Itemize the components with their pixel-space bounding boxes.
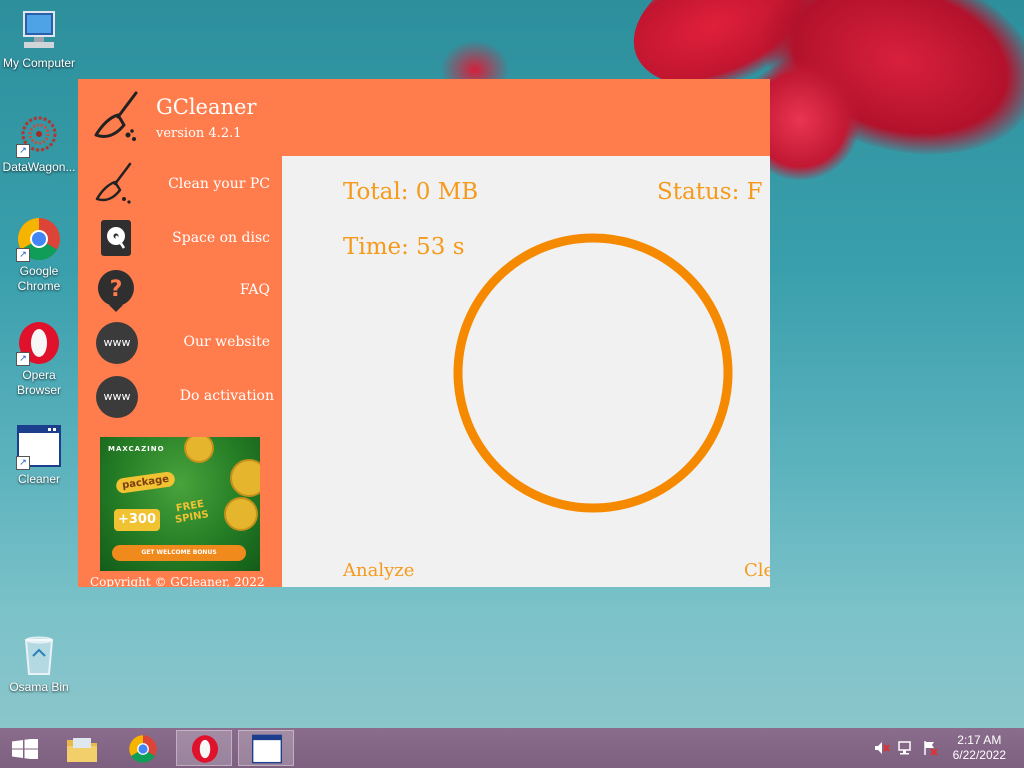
folder-icon <box>65 734 99 768</box>
shortcut-arrow-icon: ↗ <box>16 352 30 366</box>
desktop-icon-label: Cleaner <box>17 472 61 486</box>
nav-our-website[interactable]: www Our website <box>78 316 282 366</box>
chrome-icon: ↗ <box>16 216 62 262</box>
hard-disk-icon <box>94 216 138 260</box>
broom-icon <box>94 162 138 206</box>
gcleaner-window: GCleaner version 4.2.1 Clean your PC Spa… <box>78 79 770 587</box>
www-icon: www <box>96 376 138 418</box>
app-title: GCleaner <box>156 95 257 119</box>
taskbar-explorer[interactable] <box>56 730 112 766</box>
desktop-icon-label: Opera Browser <box>16 368 61 397</box>
windows-logo-icon <box>12 738 38 763</box>
ad-bonus-amount: +300 <box>114 509 160 531</box>
start-button[interactable] <box>0 730 48 766</box>
desktop-icon-datawagon[interactable]: ↗ DataWagon... <box>0 112 78 175</box>
copyright-text: Copyright © GCleaner, 2022 <box>90 575 265 587</box>
action-center-icon[interactable] <box>922 740 938 756</box>
clean-button[interactable]: Cle <box>744 560 770 581</box>
coin-icon <box>230 459 260 497</box>
speaker-muted-icon[interactable] <box>874 740 890 756</box>
desktop-icon-opera[interactable]: ↗ Opera Browser <box>0 320 78 398</box>
taskbar-chrome[interactable] <box>116 730 172 766</box>
nav-faq[interactable]: ? FAQ <box>78 264 282 314</box>
nav-clean-your-pc[interactable]: Clean your PC <box>78 158 282 208</box>
nav-label: Do activation <box>179 388 274 404</box>
shortcut-arrow-icon: ↗ <box>16 456 30 470</box>
shortcut-arrow-icon: ↗ <box>16 144 30 158</box>
svg-text:?: ? <box>110 277 123 302</box>
nav-label: FAQ <box>239 282 270 298</box>
chrome-icon <box>128 734 158 768</box>
clock-date: 6/22/2022 <box>952 748 1006 762</box>
ad-cta-button[interactable]: GET WELCOME BONUS <box>112 545 246 561</box>
nav-label: Space on disc <box>172 230 270 246</box>
desktop-icon-label: My Computer <box>2 56 76 70</box>
datawagon-icon: ↗ <box>16 112 62 158</box>
status-text: Status: F <box>657 179 763 205</box>
computer-icon <box>16 8 62 54</box>
analyze-button[interactable]: Analyze <box>343 560 414 581</box>
ad-banner[interactable]: MAXCAZINO package +300 FREE SPINS GET WE… <box>100 437 260 571</box>
broom-icon <box>92 91 146 145</box>
app-version: version 4.2.1 <box>156 126 242 141</box>
opera-icon: ↗ <box>16 320 62 366</box>
ad-package: package <box>115 470 176 495</box>
clock-time: 2:17 AM <box>957 733 1002 747</box>
desktop-icon-label: DataWagon... <box>2 160 76 174</box>
ad-free-spins: FREE SPINS <box>174 498 210 526</box>
nav-label: Clean your PC <box>168 176 270 192</box>
desktop-icon-my-computer[interactable]: My Computer <box>0 8 78 71</box>
nav-space-on-disc[interactable]: Space on disc <box>78 212 282 262</box>
shortcut-arrow-icon: ↗ <box>16 248 30 262</box>
taskbar-cleaner[interactable] <box>238 730 294 766</box>
network-icon[interactable] <box>898 740 914 756</box>
system-clock[interactable]: 2:17 AM 6/22/2022 <box>953 733 1006 763</box>
sidebar: Clean your PC Space on disc ? FAQ www Ou… <box>78 156 282 587</box>
time-text: Time: 53 s <box>343 234 465 260</box>
ad-brand: MAXCAZINO <box>108 445 165 453</box>
window-app-icon <box>251 734 283 768</box>
desktop-icon-label: Google Chrome <box>17 264 61 293</box>
opera-icon <box>190 734 220 768</box>
taskbar-opera[interactable] <box>176 730 232 766</box>
app-header: GCleaner version 4.2.1 <box>78 79 770 156</box>
taskbar: 2:17 AM 6/22/2022 <box>0 728 1024 768</box>
desktop-icon-recycle-bin[interactable]: Osama Bin <box>0 632 78 695</box>
nav-label: Our website <box>183 334 270 350</box>
desktop-icon-label: Osama Bin <box>9 680 69 694</box>
question-icon: ? <box>94 268 138 312</box>
desktop-icon-chrome[interactable]: ↗ Google Chrome <box>0 216 78 294</box>
desktop-icon-cleaner[interactable]: ↗ Cleaner <box>0 424 78 487</box>
window-app-icon: ↗ <box>16 424 62 470</box>
coin-icon <box>184 437 214 463</box>
recycle-bin-icon <box>16 632 62 678</box>
progress-ring <box>452 232 734 514</box>
coin-icon <box>224 497 258 531</box>
total-size-text: Total: 0 MB <box>343 179 479 205</box>
nav-do-activation[interactable]: www Do activation <box>78 370 282 420</box>
www-icon: www <box>96 322 138 364</box>
